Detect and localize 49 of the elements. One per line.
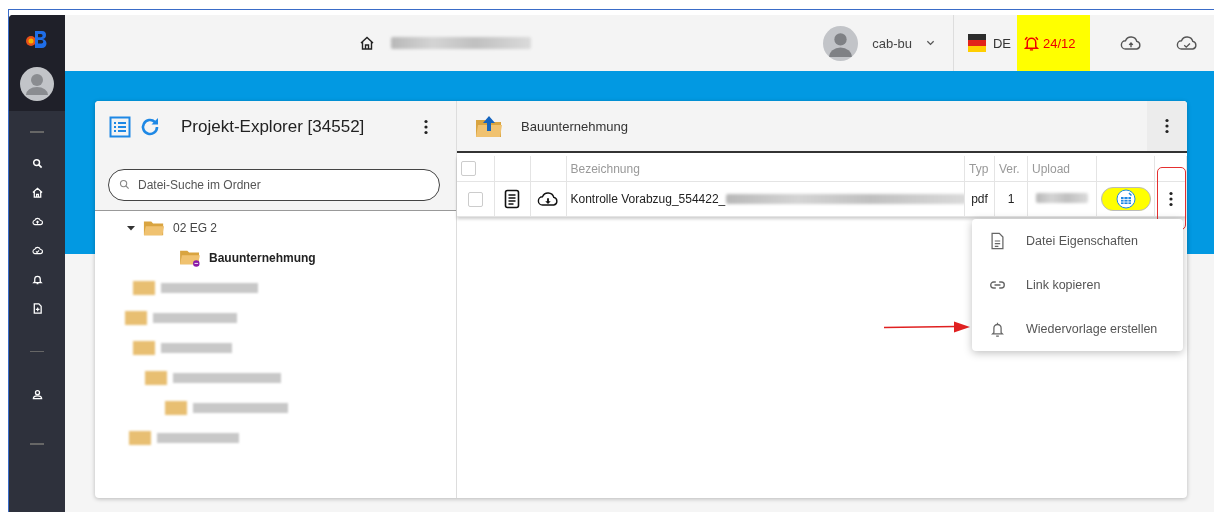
cloud-check-icon[interactable] bbox=[31, 244, 43, 256]
expand-caret-icon[interactable] bbox=[127, 224, 135, 232]
column-header: Bezeichnung bbox=[566, 156, 965, 182]
avatar-icon[interactable] bbox=[20, 67, 54, 101]
user-icon[interactable] bbox=[31, 389, 43, 400]
tree-item[interactable]: Bauunternehmung bbox=[209, 251, 316, 265]
tree-item[interactable]: 02 EG 2 bbox=[173, 221, 218, 235]
cloud-upload-icon[interactable] bbox=[1120, 34, 1142, 52]
document-icon bbox=[989, 232, 1006, 250]
folder-title: Bauunternehmung bbox=[521, 118, 628, 134]
logo-icon bbox=[25, 29, 49, 49]
bell-icon bbox=[1023, 34, 1040, 52]
search-icon bbox=[119, 179, 130, 190]
status-badge[interactable] bbox=[1101, 187, 1151, 211]
column-header: Upload bbox=[1027, 156, 1097, 182]
cloud-upload-icon[interactable] bbox=[31, 215, 43, 227]
menu-item[interactable]: Link kopieren bbox=[972, 263, 1183, 307]
file-add-icon[interactable] bbox=[31, 302, 43, 314]
search-icon[interactable] bbox=[31, 157, 43, 169]
cloud-download-icon[interactable] bbox=[537, 190, 559, 208]
folder-up-icon[interactable] bbox=[475, 114, 503, 138]
column-header: Ver. bbox=[994, 156, 1028, 182]
document-icon[interactable] bbox=[504, 189, 520, 209]
bell-icon bbox=[989, 320, 1006, 338]
more-icon bbox=[1168, 191, 1173, 207]
select-all-checkbox[interactable] bbox=[461, 161, 476, 177]
caret-icon bbox=[925, 40, 935, 46]
table-cell: pdf bbox=[964, 181, 995, 217]
bell-icon[interactable] bbox=[31, 273, 43, 285]
folder-icon bbox=[143, 219, 165, 237]
redacted-text bbox=[1036, 193, 1088, 203]
more-icon bbox=[1165, 118, 1169, 134]
user-menu-button[interactable]: cab-bu bbox=[872, 35, 935, 51]
panel-title: Projekt-Explorer [34552] bbox=[181, 117, 365, 137]
table-cell: 1 bbox=[994, 181, 1028, 217]
file-name[interactable]: Kontrolle Vorabzug_554422_ bbox=[570, 192, 726, 206]
more-icon[interactable] bbox=[424, 119, 428, 135]
column-header: Typ bbox=[964, 156, 995, 182]
row-checkbox[interactable] bbox=[467, 191, 483, 207]
notifications-button[interactable]: 24/12 bbox=[1017, 15, 1090, 71]
list-icon[interactable] bbox=[109, 116, 131, 138]
home-icon[interactable] bbox=[359, 35, 375, 51]
menu-item[interactable]: Wiedervorlage erstellen bbox=[972, 307, 1183, 351]
shared-folder-icon bbox=[179, 249, 201, 267]
language-button[interactable]: DE bbox=[967, 34, 1011, 52]
menu-item[interactable]: Datei Eigenschaften bbox=[972, 219, 1183, 263]
search-field[interactable]: Datei-Suche im Ordner bbox=[108, 169, 440, 201]
cloud-check-icon[interactable] bbox=[1176, 34, 1198, 52]
refresh-icon[interactable] bbox=[139, 116, 161, 138]
